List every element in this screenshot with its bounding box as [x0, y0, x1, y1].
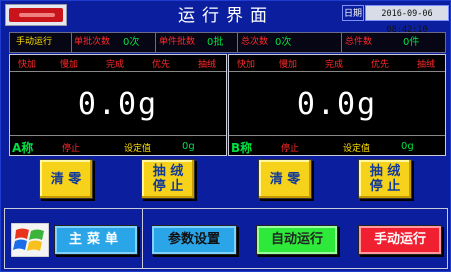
slow-feed-indicator: 慢加: [279, 60, 298, 70]
total-count-label: 总次数: [241, 37, 269, 47]
page-title: 运行界面: [178, 6, 274, 26]
hmi-screen: 运行界面 日期 2016-09-06 08:42:10 手动运行 单批次数 0次…: [0, 0, 451, 272]
scale-b-status: 停止: [281, 144, 300, 154]
batch-count-label: 单批次数: [74, 37, 111, 47]
run-mode-text: 手动运行: [16, 37, 53, 47]
date-label: 日期: [342, 5, 364, 21]
scale-b-extract-stop-button[interactable]: 抽 绒停 止: [358, 159, 412, 199]
extract-indicator: 抽绒: [417, 60, 436, 70]
scale-b-clear-button[interactable]: 清 零: [258, 159, 312, 199]
total-pieces-value: 0件: [403, 37, 420, 48]
manual-run-button[interactable]: 手动运行: [358, 225, 442, 255]
total-count-value: 0次: [275, 37, 292, 48]
scale-b-panel: 快加 慢加 完成 优先 抽绒 0.0g B称 停止 设定值 0g: [228, 54, 446, 156]
scale-a-status: 停止: [62, 144, 81, 154]
scale-b-setpoint-value: 0g: [401, 141, 414, 152]
scale-a-extract-stop-button[interactable]: 抽 绒停 止: [141, 159, 195, 199]
fast-feed-indicator: 快加: [237, 60, 256, 70]
slow-feed-indicator: 慢加: [60, 60, 79, 70]
extract-indicator: 抽绒: [198, 60, 217, 70]
scale-a-panel: 快加 慢加 完成 优先 抽绒 0.0g A称 停止 设定值 0g: [9, 54, 227, 156]
parameter-settings-button[interactable]: 参数设置: [151, 225, 237, 255]
scale-a-clear-button[interactable]: 清 零: [39, 159, 93, 199]
company-logo: [5, 4, 67, 26]
counter-strip: 手动运行 单批次数 0次 单件批数 0批 总次数 0次 总件数 0件: [9, 32, 446, 53]
auto-run-button[interactable]: 自动运行: [256, 225, 338, 255]
batch-count-value: 0次: [123, 37, 140, 48]
per-piece-batch-label: 单件批数: [159, 37, 196, 47]
total-pieces-label: 总件数: [345, 37, 373, 47]
scale-a-setpoint-label: 设定值: [124, 144, 152, 154]
scale-a-name: A称: [12, 141, 34, 155]
complete-indicator: 完成: [325, 60, 344, 70]
main-menu-button[interactable]: 主菜单: [54, 225, 138, 255]
scale-a-setpoint-value: 0g: [182, 141, 195, 152]
scale-b-weight: 0.0g: [296, 87, 378, 122]
windows-logo-icon: [11, 223, 49, 257]
priority-indicator: 优先: [371, 60, 390, 70]
datetime-display: 2016-09-06 08:42:10: [365, 5, 449, 35]
scale-b-name: B称: [231, 141, 253, 155]
priority-indicator: 优先: [152, 60, 171, 70]
complete-indicator: 完成: [106, 60, 125, 70]
fast-feed-indicator: 快加: [18, 60, 37, 70]
scale-b-setpoint-label: 设定值: [343, 144, 371, 154]
per-piece-batch-value: 0批: [207, 37, 224, 48]
scale-a-weight: 0.0g: [77, 87, 159, 122]
